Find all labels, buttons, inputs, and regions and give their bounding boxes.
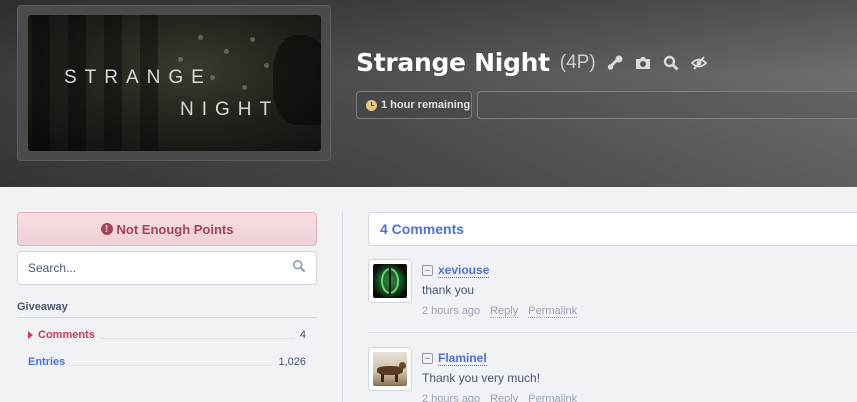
permalink-link[interactable]: Permalink (528, 305, 578, 318)
comment-meta: 2 hours ago Reply Permalink (422, 305, 578, 318)
comment-author[interactable]: Flaminel (438, 351, 487, 366)
not-enough-points-button[interactable]: ! Not Enough Points (17, 212, 317, 246)
caret-right-icon (28, 330, 33, 339)
comment-author-row: xeviouse (422, 263, 490, 278)
comment-text: Thank you very much! (422, 371, 541, 385)
avatar[interactable] (368, 259, 412, 303)
sidebar-item-label: Comments (38, 328, 95, 341)
reply-link[interactable]: Reply (490, 305, 519, 318)
sidebar: ! Not Enough Points Search... Giveaway C… (17, 212, 317, 375)
hide-icon[interactable] (690, 54, 708, 72)
game-cover-frame[interactable]: STRANGE NIGHT (17, 5, 331, 161)
camera-icon[interactable] (634, 54, 652, 72)
collapse-icon[interactable] (422, 265, 433, 276)
time-remaining-badge: 1 hour remaining (356, 91, 472, 119)
game-title[interactable]: Strange Night (356, 48, 550, 77)
cover-title-line1: STRANGE (64, 67, 212, 88)
title-row: Strange Night (4P) (356, 48, 708, 77)
sidebar-item-count: 4 (299, 328, 306, 341)
sidebar-item-comments[interactable]: Comments 4 (17, 321, 317, 348)
creator-badge[interactable] (477, 91, 857, 119)
not-enough-points-label: Not Enough Points (116, 221, 234, 237)
comment-meta: 2 hours ago Reply Permalink (422, 393, 577, 402)
comment-time: 2 hours ago (422, 305, 481, 317)
sidebar-item-entries[interactable]: Entries 1,026 (17, 348, 317, 375)
comment-divider (368, 332, 857, 333)
cover-title-line2: NIGHT (180, 99, 280, 120)
comment-time: 2 hours ago (422, 393, 481, 402)
sidebar-section-title: Giveaway (17, 301, 317, 318)
column-divider (342, 212, 343, 402)
giveaway-header: STRANGE NIGHT Strange Night (4P) 1 hour … (0, 0, 857, 187)
reply-link[interactable]: Reply (490, 393, 518, 402)
points-cost: (4P) (559, 51, 596, 73)
permalink-link[interactable]: Permalink (528, 393, 577, 402)
steam-icon[interactable] (606, 54, 624, 72)
comment-text: thank you (422, 283, 475, 297)
time-remaining-text: 1 hour remaining (381, 99, 471, 111)
sidebar-item-count: 1,026 (278, 355, 306, 368)
search-placeholder: Search... (28, 261, 77, 275)
comment-author[interactable]: xeviouse (438, 263, 490, 278)
comments-heading: 4 Comments (380, 221, 465, 237)
collapse-icon[interactable] (422, 353, 433, 364)
comment-author-row: Flaminel (422, 351, 487, 366)
search-icon[interactable] (662, 54, 680, 72)
search-icon[interactable] (292, 259, 306, 278)
warning-icon: ! (100, 223, 113, 235)
sidebar-item-label: Entries (28, 355, 66, 368)
avatar[interactable] (368, 347, 412, 391)
search-input[interactable]: Search... (17, 251, 317, 285)
game-cover-image[interactable]: STRANGE NIGHT (28, 15, 321, 151)
clock-icon (366, 99, 377, 111)
comments-header: 4 Comments (368, 212, 857, 246)
